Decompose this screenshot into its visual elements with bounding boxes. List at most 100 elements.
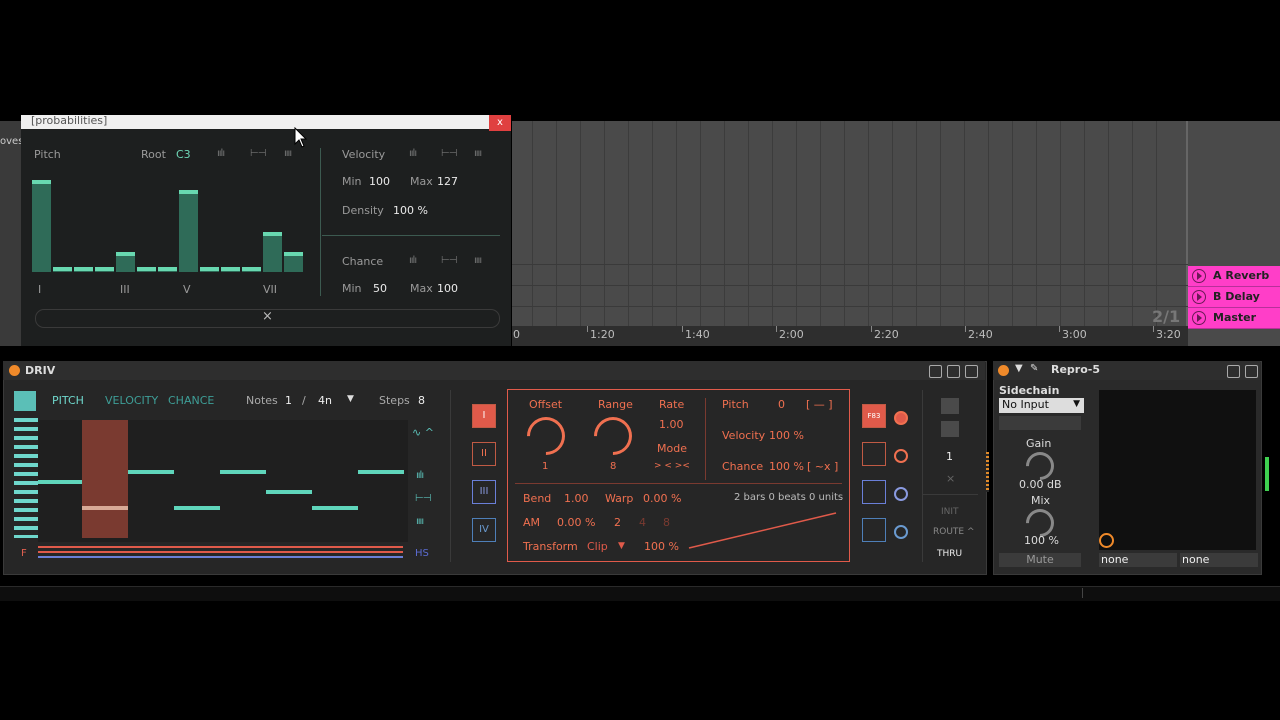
side-value[interactable]: 1 <box>946 450 953 463</box>
play-icon[interactable] <box>1192 269 1206 283</box>
tab-pitch[interactable]: PITCH <box>52 394 84 407</box>
chevron-down-icon[interactable]: ▼ <box>347 394 354 404</box>
lane-i-button[interactable]: I <box>472 404 496 428</box>
side-close-icon[interactable]: × <box>946 472 955 485</box>
close-button[interactable]: x <box>489 115 511 131</box>
chance-mod-bracket[interactable]: [ ~x ] <box>807 460 838 473</box>
mode-value[interactable]: > < >< <box>654 461 690 471</box>
steps-value[interactable]: 8 <box>418 394 425 407</box>
master-track[interactable]: Master <box>1188 308 1280 329</box>
velocity-min-value[interactable]: 100 <box>369 175 390 188</box>
pitch-bar[interactable] <box>200 267 219 272</box>
chance-max-value[interactable]: 100 <box>437 282 458 295</box>
rate-value[interactable]: 1.00 <box>659 418 684 431</box>
lane-ii-slot[interactable] <box>862 442 886 466</box>
device-title-bar[interactable]: DRIV <box>3 361 985 380</box>
settings-icon[interactable] <box>947 365 960 378</box>
density-value[interactable]: 100 % <box>393 204 428 217</box>
pitch-mod-bracket[interactable]: [ — ] <box>806 398 833 411</box>
warp-value[interactable]: 0.00 % <box>643 492 681 505</box>
step[interactable] <box>220 470 266 474</box>
chevron-down-icon[interactable]: ▼ <box>1073 399 1080 409</box>
timeline-ruler[interactable]: 0 1:20 1:40 2:00 2:20 2:40 3:00 3:20 <box>510 326 1188 346</box>
save-icon[interactable] <box>1245 365 1258 378</box>
bend-value[interactable]: 1.00 <box>564 492 589 505</box>
return-track-b-delay[interactable]: B Delay <box>1188 287 1280 308</box>
bars-low-icon[interactable]: ıılı <box>217 148 225 159</box>
tab-chance[interactable]: CHANCE <box>168 394 214 407</box>
bars-full-icon[interactable]: ıııı <box>474 255 482 266</box>
lane-ii-led[interactable] <box>894 449 908 463</box>
pitch-bar[interactable] <box>158 267 177 272</box>
lane-iv-slot[interactable] <box>862 518 886 542</box>
reset-x-icon[interactable]: × <box>262 309 273 324</box>
lane-iii-slot[interactable] <box>862 480 886 504</box>
notes-division[interactable]: 4n <box>318 394 332 407</box>
lane-iii-led[interactable] <box>894 487 908 501</box>
notes-value[interactable]: 1 <box>285 394 292 407</box>
plugin-led[interactable] <box>1099 533 1114 548</box>
device-on-toggle[interactable] <box>998 365 1009 376</box>
route-button[interactable]: ROUTE ^ <box>933 527 975 537</box>
return-track-a-reverb[interactable]: A Reverb <box>1188 266 1280 287</box>
fb-button[interactable]: F83 <box>862 404 886 428</box>
play-icon[interactable] <box>1192 290 1206 304</box>
lane-ii-button[interactable]: II <box>472 442 496 466</box>
bars-full-icon[interactable]: ıııı <box>284 148 292 159</box>
step-current[interactable] <box>82 506 128 510</box>
chance-min-value[interactable]: 50 <box>373 282 387 295</box>
side-button[interactable] <box>941 421 959 437</box>
pitch-bar[interactable] <box>53 267 72 272</box>
pitch-bar[interactable] <box>179 190 198 272</box>
bars-full-icon[interactable]: ıııı <box>474 148 482 159</box>
plugin-display[interactable] <box>1099 390 1256 550</box>
velocity-mod-value[interactable]: 100 % <box>769 429 804 442</box>
step[interactable] <box>128 470 174 474</box>
pitch-bar[interactable] <box>221 267 240 272</box>
wave-icon[interactable]: ∿ ^ <box>412 426 434 439</box>
am-step-4[interactable]: 4 <box>639 516 646 529</box>
bars-low-icon[interactable]: ıılı <box>409 148 417 159</box>
bars-low-icon[interactable]: ıılı <box>409 255 417 266</box>
am-value[interactable]: 0.00 % <box>557 516 595 529</box>
transform-percent[interactable]: 100 % <box>644 540 679 553</box>
step[interactable] <box>266 490 312 494</box>
thru-button[interactable]: THRU <box>937 549 962 559</box>
bars-range-icon[interactable]: ⊢⊣ <box>250 148 266 159</box>
transform-value[interactable]: Clip <box>587 540 608 553</box>
pitch-bar[interactable] <box>284 252 303 272</box>
bars-low-icon[interactable]: ıılı <box>416 470 424 481</box>
fold-icon[interactable]: ▼ <box>1015 363 1023 374</box>
mute-button[interactable]: Mute <box>999 553 1081 567</box>
lane-i-led[interactable] <box>894 411 908 425</box>
device-title-bar[interactable]: ▼ ✎ Repro-5 <box>993 361 1260 380</box>
sidechain-slot[interactable] <box>999 416 1081 430</box>
lane-iv-led[interactable] <box>894 525 908 539</box>
lane-iii-button[interactable]: III <box>472 480 496 504</box>
pitch-bar[interactable] <box>116 252 135 272</box>
step[interactable] <box>174 506 220 510</box>
lane-iv-button[interactable]: IV <box>472 518 496 542</box>
side-button[interactable] <box>941 398 959 414</box>
pitch-bar[interactable] <box>263 232 282 272</box>
bars-range-icon[interactable]: ⊢⊣ <box>441 148 457 159</box>
macro-slot-1[interactable]: none <box>1099 553 1177 567</box>
pitch-bar[interactable] <box>74 267 93 272</box>
macro-slot-2[interactable]: none <box>1180 553 1258 567</box>
step[interactable] <box>312 506 358 510</box>
play-icon[interactable] <box>1192 311 1206 325</box>
chance-mod-value[interactable]: 100 % <box>769 460 804 473</box>
sidechain-select[interactable]: No Input ▼ <box>999 398 1084 413</box>
pitch-bar[interactable] <box>242 267 261 272</box>
pitch-bar[interactable] <box>32 180 51 272</box>
init-button[interactable]: INIT <box>941 507 959 517</box>
pitch-bar[interactable] <box>137 267 156 272</box>
pitch-mod-value[interactable]: 0 <box>778 398 785 411</box>
bars-range-icon[interactable]: ⊢⊣ <box>415 493 431 504</box>
step[interactable] <box>358 470 404 474</box>
window-title-bar[interactable]: [probabilities] <box>21 114 511 129</box>
root-value[interactable]: C3 <box>176 148 191 161</box>
chevron-down-icon[interactable]: ▼ <box>618 541 625 551</box>
am-step-8[interactable]: 8 <box>663 516 670 529</box>
velocity-max-value[interactable]: 127 <box>437 175 458 188</box>
